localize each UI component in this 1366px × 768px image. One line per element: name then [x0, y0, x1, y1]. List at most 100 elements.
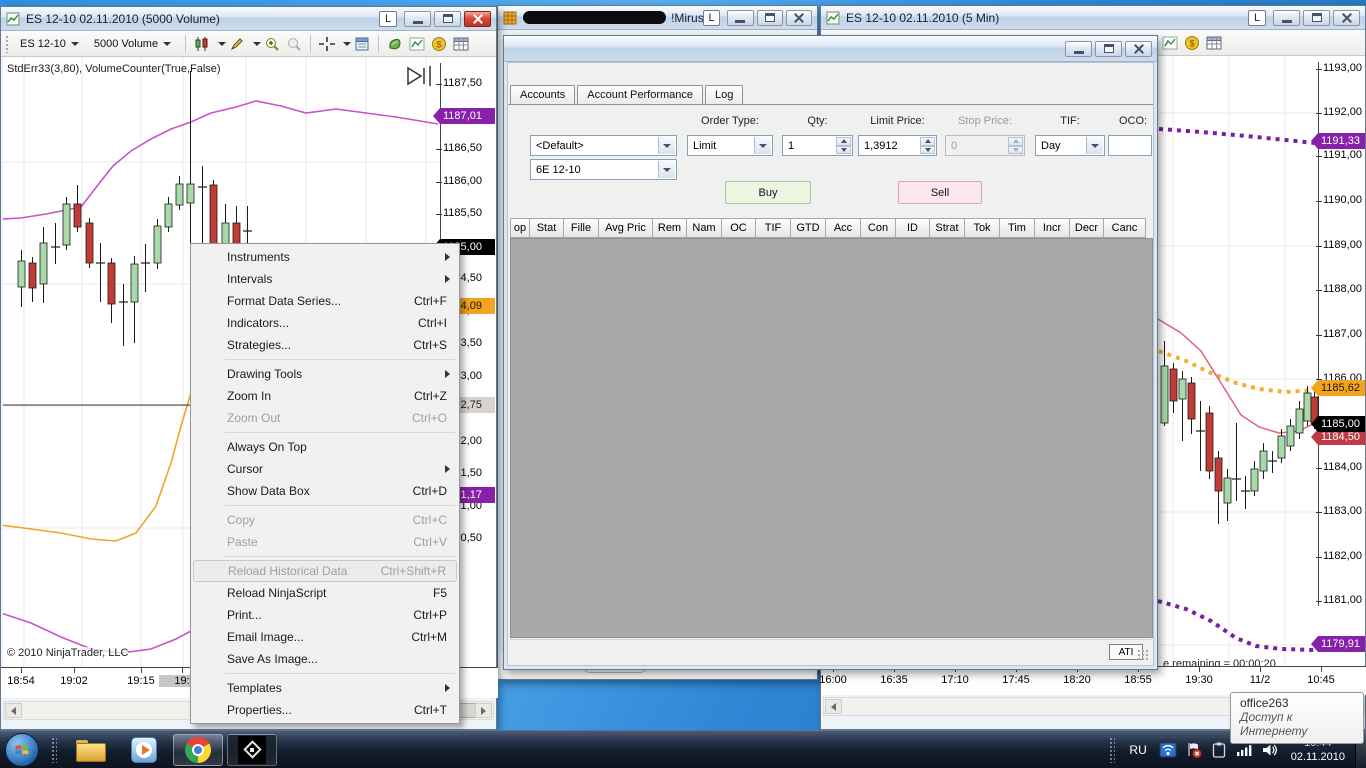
taskbar-ninjatrader-button[interactable]	[227, 733, 277, 766]
chevron-down-icon[interactable]	[658, 161, 675, 178]
menu-item-instruments[interactable]: Instruments	[193, 246, 457, 268]
limit-down-button[interactable]	[920, 145, 935, 154]
scroll-left-arrow[interactable]	[5, 703, 22, 718]
buy-button[interactable]: Buy	[725, 181, 811, 204]
scroll-left-arrow[interactable]	[825, 699, 842, 714]
account-selector[interactable]: <Default>	[530, 135, 677, 156]
grid-column-decr[interactable]: Decr	[1070, 218, 1104, 238]
data-box-icon[interactable]	[352, 34, 372, 54]
grid-column-avg-pric[interactable]: Avg Pric	[599, 218, 653, 238]
tab-log[interactable]: Log	[705, 85, 744, 105]
right-minimize-button[interactable]	[1273, 9, 1300, 26]
coins-icon[interactable]: $	[429, 34, 449, 54]
menu-item-email-image[interactable]: Email Image... Ctrl+M	[193, 626, 457, 648]
menu-item-format-data-series[interactable]: Format Data Series... Ctrl+F	[193, 290, 457, 312]
grid-column-tok[interactable]: Tok	[965, 218, 1000, 238]
instrument-selector[interactable]: ES 12-10	[14, 35, 85, 53]
chevron-down-icon[interactable]	[658, 137, 675, 154]
grid-column-gtd[interactable]: GTD	[791, 218, 826, 238]
chevron-down-icon[interactable]	[754, 137, 771, 154]
qty-up-button[interactable]	[836, 137, 851, 146]
tab-account-performance[interactable]: Account Performance	[577, 85, 704, 105]
order-type-selector[interactable]: Limit	[687, 135, 773, 156]
taskbar-media-player-button[interactable]	[119, 734, 169, 766]
playback-marker-icon[interactable]	[405, 65, 435, 92]
left-minimize-button[interactable]	[404, 10, 431, 27]
menu-item-copy[interactable]: Copy Ctrl+C	[193, 509, 457, 531]
grid-column-con[interactable]: Con	[861, 218, 896, 238]
left-close-button[interactable]	[464, 10, 491, 27]
grid-column-tif[interactable]: TIF	[756, 218, 791, 238]
chevron-down-icon[interactable]	[253, 41, 262, 46]
limit-price-stepper[interactable]: 1,3912	[858, 135, 937, 156]
menu-item-indicators[interactable]: Indicators... Ctrl+I	[193, 312, 457, 334]
menu-item-strategies[interactable]: Strategies... Ctrl+S	[193, 334, 457, 356]
dialog-titlebar[interactable]	[504, 36, 1157, 62]
grid-column-rem[interactable]: Rem	[653, 218, 687, 238]
zoom-in-icon[interactable]	[262, 34, 282, 54]
action-center-icon[interactable]	[1185, 741, 1203, 759]
right-link-button[interactable]: L	[1248, 9, 1266, 26]
grid-column-acc[interactable]: Acc	[826, 218, 861, 238]
language-indicator[interactable]: RU	[1129, 743, 1146, 757]
tray-grip[interactable]	[1109, 736, 1116, 763]
dialog-close-button[interactable]	[1125, 40, 1152, 57]
menu-item-zoom-in[interactable]: Zoom In Ctrl+Z	[193, 385, 457, 407]
menu-item-cursor[interactable]: Cursor	[193, 458, 457, 480]
menu-item-intervals[interactable]: Intervals	[193, 268, 457, 290]
resize-grip[interactable]	[1137, 649, 1149, 661]
chevron-down-icon[interactable]	[218, 41, 227, 46]
grid-column-nam[interactable]: Nam	[687, 218, 722, 238]
pencil-icon[interactable]	[227, 34, 247, 54]
grid-column-op[interactable]: op	[510, 218, 530, 238]
menu-item-paste[interactable]: Paste Ctrl+V	[193, 531, 457, 553]
menu-item-zoom-out[interactable]: Zoom Out Ctrl+O	[193, 407, 457, 429]
zoom-out-icon[interactable]	[284, 34, 304, 54]
grid-column-oc[interactable]: OC	[722, 218, 756, 238]
menu-item-print[interactable]: Print... Ctrl+P	[193, 604, 457, 626]
chevron-down-icon[interactable]	[343, 41, 352, 46]
menu-item-reload-historical-data[interactable]: Reload Historical Data Ctrl+Shift+R	[193, 560, 457, 582]
coins-icon[interactable]: $	[1182, 33, 1202, 53]
market-analyzer-icon[interactable]	[385, 34, 405, 54]
orders-grid-body[interactable]	[510, 238, 1153, 638]
tab-accounts[interactable]: Accounts	[510, 85, 576, 105]
mirus-titlebar[interactable]: !Mirus L	[498, 6, 817, 30]
menu-item-save-as-image[interactable]: Save As Image...	[193, 648, 457, 670]
chart-style-icon[interactable]	[192, 34, 212, 54]
interval-selector[interactable]: 5000 Volume	[88, 35, 177, 53]
toolbar-grip[interactable]	[5, 34, 10, 53]
grid-icon[interactable]	[1204, 33, 1224, 53]
mirus-maximize-button[interactable]	[756, 9, 783, 26]
menu-item-properties[interactable]: Properties... Ctrl+T	[193, 699, 457, 721]
grid-column-fille[interactable]: Fille	[564, 218, 599, 238]
grid-column-tim[interactable]: Tim	[1000, 218, 1035, 238]
menu-item-reload-ninjascript[interactable]: Reload NinjaScript F5	[193, 582, 457, 604]
left-chart-titlebar[interactable]: ES 12-10 02.11.2010 (5000 Volume) L	[1, 7, 496, 31]
mirus-close-button[interactable]	[785, 9, 813, 26]
taskbar-grip[interactable]	[51, 736, 57, 763]
menu-item-drawing-tools[interactable]: Drawing Tools	[193, 363, 457, 385]
mirus-link-button[interactable]: L	[702, 9, 721, 26]
dialog-instrument-selector[interactable]: 6E 12-10	[530, 159, 677, 180]
grid-column-stat[interactable]: Stat	[530, 218, 564, 238]
mirus-minimize-button[interactable]	[727, 9, 754, 26]
grid-column-id[interactable]: ID	[896, 218, 930, 238]
grid-icon[interactable]	[451, 34, 471, 54]
scroll-right-arrow[interactable]	[475, 703, 492, 718]
menu-item-templates[interactable]: Templates	[193, 677, 457, 699]
menu-item-show-data-box[interactable]: Show Data Box Ctrl+D	[193, 480, 457, 502]
right-close-button[interactable]	[1333, 9, 1360, 26]
clipboard-icon[interactable]	[1211, 741, 1227, 759]
limit-up-button[interactable]	[920, 137, 935, 146]
chart-icon[interactable]	[407, 34, 427, 54]
network-icon[interactable]	[1159, 741, 1177, 759]
crosshair-icon[interactable]	[317, 34, 337, 54]
grid-column-incr[interactable]: Incr	[1035, 218, 1070, 238]
grid-column-canc[interactable]: Canc	[1104, 218, 1146, 238]
left-link-button[interactable]: L	[379, 10, 397, 27]
qty-down-button[interactable]	[836, 145, 851, 154]
dialog-maximize-button[interactable]	[1095, 40, 1122, 57]
sell-button[interactable]: Sell	[898, 181, 982, 204]
grid-column-strat[interactable]: Strat	[930, 218, 965, 238]
